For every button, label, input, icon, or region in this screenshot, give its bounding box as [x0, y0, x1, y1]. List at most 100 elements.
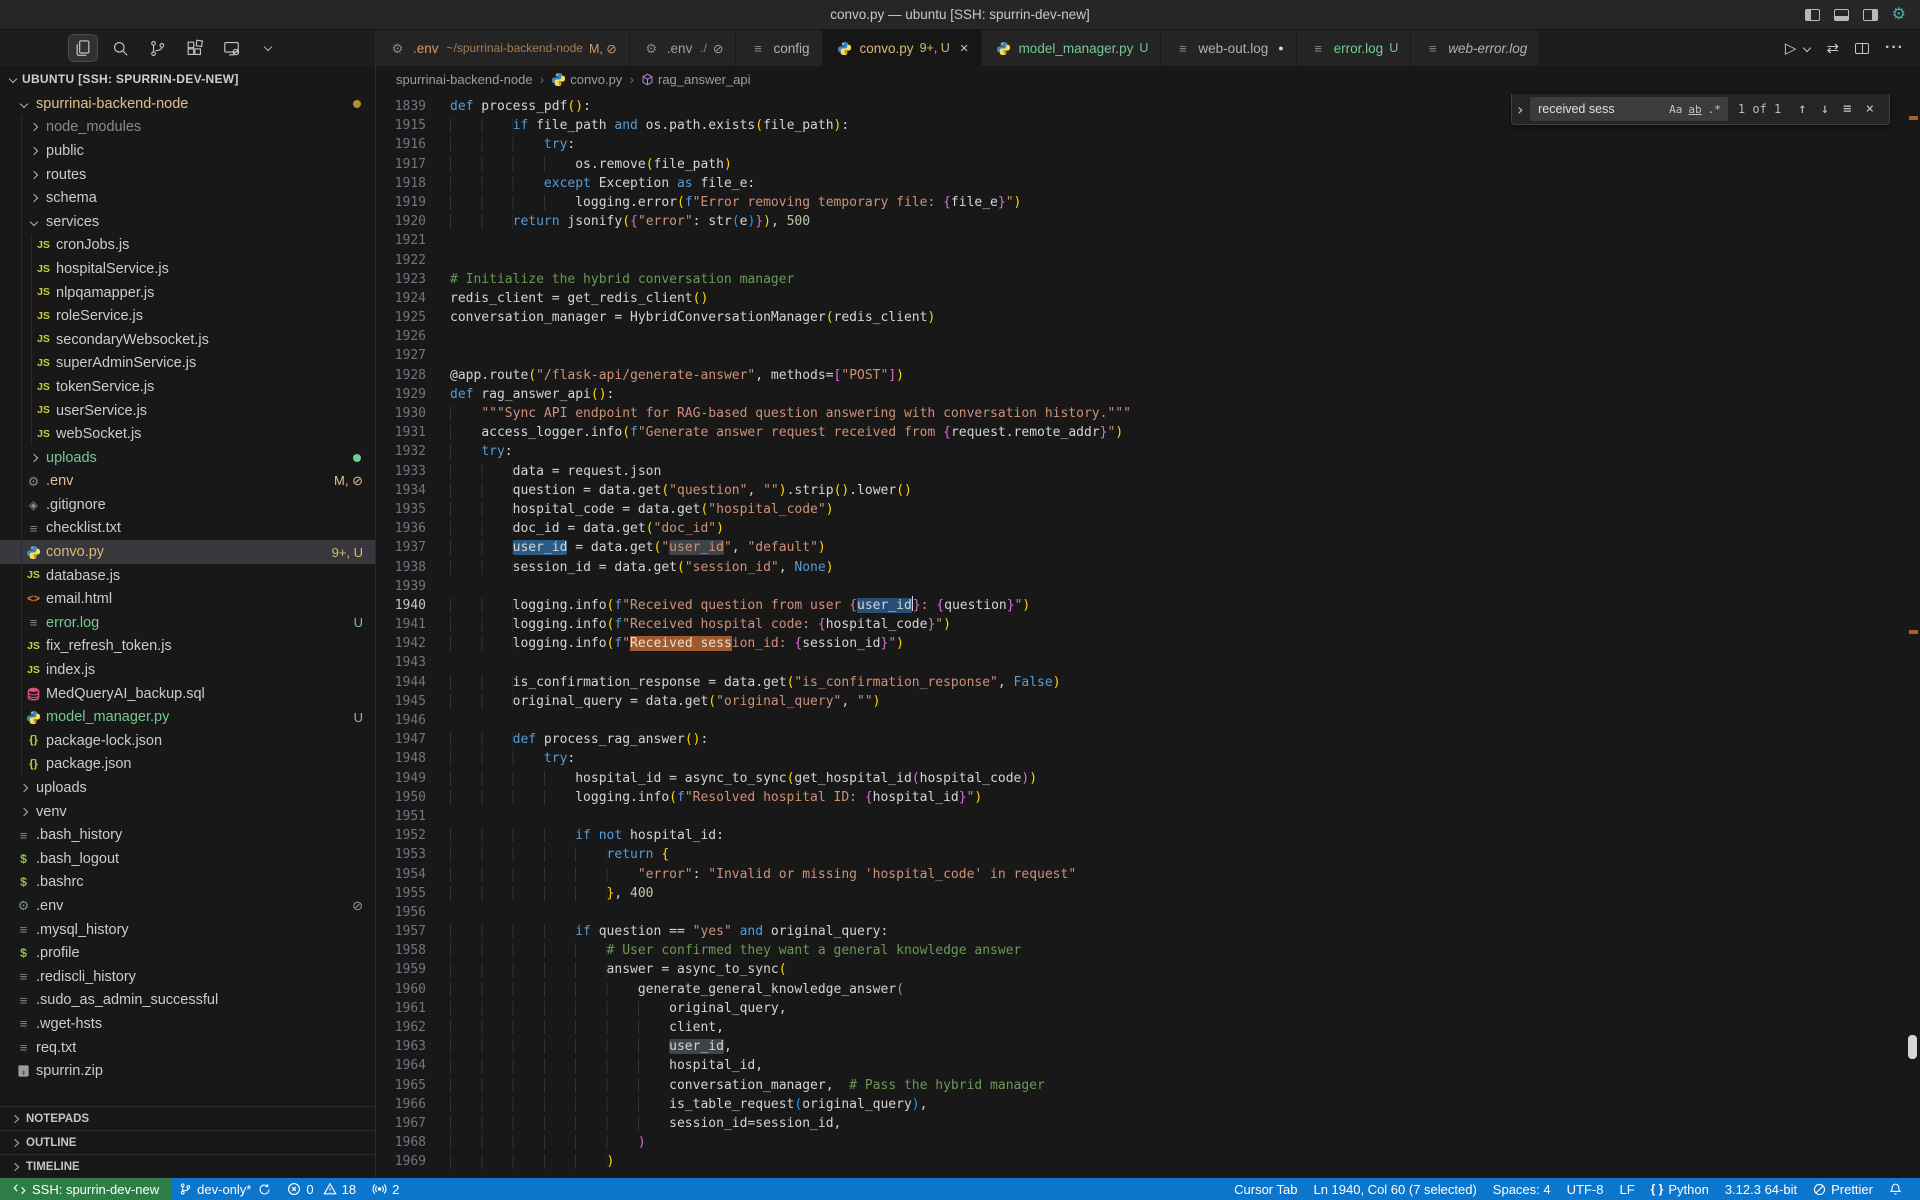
layout-panel-icon[interactable] — [1834, 9, 1849, 21]
code-line[interactable]: 1918 except Exception as file_e: — [376, 174, 1920, 193]
code-line[interactable]: 1944 is_confirmation_response = data.get… — [376, 673, 1920, 692]
tree-item-cronjobs.js[interactable]: JScronJobs.js — [0, 234, 375, 258]
more-actions-icon[interactable]: ··· — [1885, 39, 1904, 57]
find-close-icon[interactable]: × — [1859, 101, 1881, 117]
code-line[interactable]: 1925conversation_manager = HybridConvers… — [376, 308, 1920, 327]
tab-close-icon[interactable]: × — [960, 40, 969, 57]
code-line[interactable]: 1965 conversation_manager, # Pass the hy… — [376, 1076, 1920, 1095]
tree-item-database.js[interactable]: JSdatabase.js — [0, 564, 375, 588]
layout-secondary-sidebar-icon[interactable] — [1863, 9, 1878, 21]
tree-item-.profile[interactable]: $.profile — [0, 941, 375, 965]
code-line[interactable]: 1920 return jsonify({"error": str(e)}), … — [376, 212, 1920, 231]
tab-convo.py[interactable]: convo.py9+, U× — [823, 30, 982, 66]
tree-item-package.json[interactable]: {}package.json — [0, 753, 375, 777]
tree-item-medqueryai-backup.sql[interactable]: MedQueryAI_backup.sql — [0, 682, 375, 706]
status-remote[interactable]: SSH: spurrin-dev-new — [0, 1178, 171, 1200]
code-line[interactable]: 1916 try: — [376, 135, 1920, 154]
code-line[interactable]: 1922 — [376, 251, 1920, 270]
tree-item-.bash-logout[interactable]: $.bash_logout — [0, 847, 375, 871]
code-line[interactable]: 1924redis_client = get_redis_client() — [376, 289, 1920, 308]
tree-item-nlpqamapper.js[interactable]: JSnlpqamapper.js — [0, 281, 375, 305]
find-in-selection-icon[interactable]: ≡ — [1836, 101, 1858, 117]
tree-item-spurrin.zip[interactable]: spurrin.zip — [0, 1059, 375, 1083]
tree-item-uploads[interactable]: uploads — [0, 446, 375, 470]
breadcrumb-item[interactable]: spurrinai-backend-node — [396, 72, 533, 87]
code-line[interactable]: 1943 — [376, 653, 1920, 672]
code-line[interactable]: 1923# Initialize the hybrid conversation… — [376, 270, 1920, 289]
tab-web-error.log[interactable]: ≡web-error.log — [1411, 30, 1540, 66]
views-more-icon[interactable] — [253, 34, 283, 62]
code-line[interactable]: 1927 — [376, 346, 1920, 365]
code-line[interactable]: 1931 access_logger.info(f"Generate answe… — [376, 423, 1920, 442]
status-eol[interactable]: LF — [1611, 1178, 1642, 1200]
next-match-icon[interactable]: ↓ — [1814, 101, 1836, 117]
code-line[interactable]: 1959 answer = async_to_sync( — [376, 960, 1920, 979]
status-branch[interactable]: dev-only* — [171, 1178, 279, 1200]
tree-item-venv[interactable]: venv — [0, 800, 375, 824]
find-collapse-icon[interactable]: › — [1512, 100, 1528, 119]
remote-explorer-icon[interactable] — [216, 34, 246, 62]
explorer-icon[interactable] — [68, 34, 98, 62]
tree-item-.rediscli-history[interactable]: ≡.rediscli_history — [0, 965, 375, 989]
tree-item-.bashrc[interactable]: $.bashrc — [0, 871, 375, 895]
status-indentation[interactable]: Spaces: 4 — [1485, 1178, 1559, 1200]
tree-item-node-modules[interactable]: node_modules — [0, 116, 375, 140]
tree-item-uploads[interactable]: uploads — [0, 776, 375, 800]
tree-item-tokenservice.js[interactable]: JStokenService.js — [0, 375, 375, 399]
code-line[interactable]: 1967 session_id=session_id, — [376, 1114, 1920, 1133]
code-line[interactable]: 1954 "error": "Invalid or missing 'hospi… — [376, 865, 1920, 884]
code-line[interactable]: 1968 ) — [376, 1133, 1920, 1152]
tree-item-error.log[interactable]: ≡error.logU — [0, 611, 375, 635]
code-line[interactable]: 1938 session_id = data.get("session_id",… — [376, 558, 1920, 577]
previous-match-icon[interactable]: ↑ — [1791, 101, 1813, 117]
scrollbar-thumb[interactable] — [1908, 1035, 1917, 1059]
tree-item-.sudo-as-admin-successful[interactable]: ≡.sudo_as_admin_successful — [0, 989, 375, 1013]
tree-item-superadminservice.js[interactable]: JSsuperAdminService.js — [0, 352, 375, 376]
panel-timeline[interactable]: TIMELINE — [0, 1154, 375, 1178]
code-line[interactable]: 1963 user_id, — [376, 1037, 1920, 1056]
tree-item-.env[interactable]: ⚙.env⊘ — [0, 894, 375, 918]
tree-item-index.js[interactable]: JSindex.js — [0, 658, 375, 682]
status-line-col[interactable]: Ln 1940, Col 60 (7 selected) — [1305, 1178, 1484, 1200]
overview-ruler[interactable] — [1906, 92, 1920, 1178]
tree-item-model-manager.py[interactable]: model_manager.pyU — [0, 705, 375, 729]
code-line[interactable]: 1940 logging.info(f"Received question fr… — [376, 596, 1920, 615]
code-line[interactable]: 1937 user_id = data.get("user_id", "defa… — [376, 538, 1920, 557]
status-prettier[interactable]: Prettier — [1805, 1178, 1881, 1200]
code-line[interactable]: 1926 — [376, 327, 1920, 346]
code-line[interactable]: 1941 logging.info(f"Received hospital co… — [376, 615, 1920, 634]
code-line[interactable]: 1949 hospital_id = async_to_sync(get_hos… — [376, 769, 1920, 788]
dirty-dot-icon[interactable]: ● — [1278, 43, 1283, 53]
code-line[interactable]: 1966 is_table_request(original_query), — [376, 1095, 1920, 1114]
code-line[interactable]: 1951 — [376, 807, 1920, 826]
code-line[interactable]: 1955 }, 400 — [376, 884, 1920, 903]
code-line[interactable]: 1942 logging.info(f"Received session_id:… — [376, 634, 1920, 653]
code-line[interactable]: 1961 original_query, — [376, 999, 1920, 1018]
code-line[interactable]: 1962 client, — [376, 1018, 1920, 1037]
code-line[interactable]: 1936 doc_id = data.get("doc_id") — [376, 519, 1920, 538]
tree-item-secondarywebsocket.js[interactable]: JSsecondaryWebsocket.js — [0, 328, 375, 352]
tree-item-package-lock.json[interactable]: {}package-lock.json — [0, 729, 375, 753]
code-line[interactable]: 1917 os.remove(file_path) — [376, 155, 1920, 174]
code-line[interactable]: 1953 return { — [376, 845, 1920, 864]
tree-item-userservice.js[interactable]: JSuserService.js — [0, 399, 375, 423]
status-python-version[interactable]: 3.12.3 64-bit — [1717, 1178, 1805, 1200]
tree-item-.wget-hsts[interactable]: ≡.wget-hsts — [0, 1012, 375, 1036]
code-line[interactable]: 1939 — [376, 577, 1920, 596]
code-line[interactable]: 1932 try: — [376, 442, 1920, 461]
sync-icon[interactable] — [258, 1183, 271, 1196]
code-line[interactable]: 1969 ) — [376, 1152, 1920, 1171]
split-editor-icon[interactable] — [1855, 43, 1869, 54]
code-line[interactable]: 1919 logging.error(f"Error removing temp… — [376, 193, 1920, 212]
status-encoding[interactable]: UTF-8 — [1559, 1178, 1612, 1200]
code-line[interactable]: 1934 question = data.get("question", "")… — [376, 481, 1920, 500]
tree-item-spurrinai-backend-node[interactable]: spurrinai-backend-node — [0, 92, 375, 116]
tab-.env[interactable]: ⚙.env~/spurrinai-backend-nodeM, ⊘ — [376, 30, 630, 66]
whole-word-icon[interactable]: ab — [1685, 101, 1704, 118]
tab-.env[interactable]: ⚙.env./⊘ — [630, 30, 737, 66]
code-line[interactable]: 1956 — [376, 903, 1920, 922]
tree-item-public[interactable]: public — [0, 139, 375, 163]
code-line[interactable]: 1948 try: — [376, 749, 1920, 768]
code-line[interactable]: 1946 — [376, 711, 1920, 730]
tree-item-.mysql-history[interactable]: ≡.mysql_history — [0, 918, 375, 942]
